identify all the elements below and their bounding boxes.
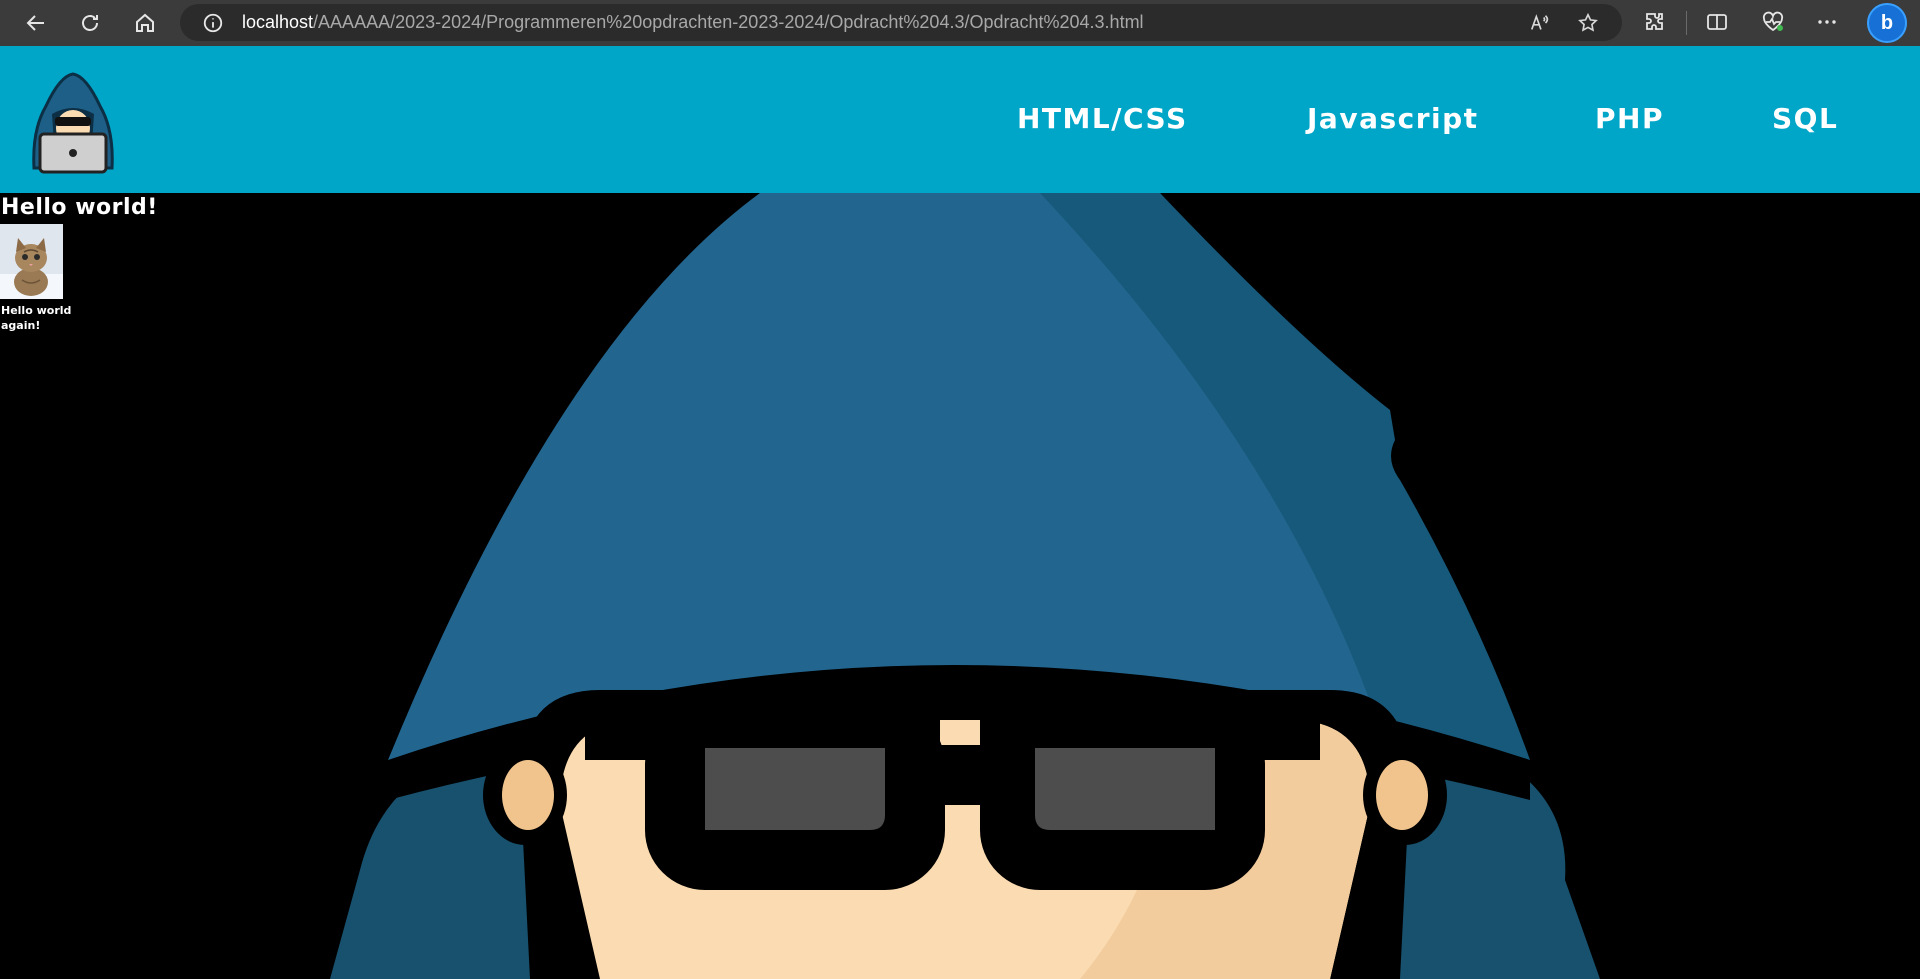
more-dots-icon[interactable]	[1815, 10, 1839, 34]
url-path: /AAAAAA/2023-2024/Programmeren%20opdrach…	[313, 12, 1144, 32]
refresh-button[interactable]	[62, 0, 117, 46]
toolbar-divider	[1686, 11, 1687, 35]
nav-link-sql[interactable]: SQL	[1772, 102, 1838, 135]
read-aloud-icon[interactable]	[1529, 12, 1551, 34]
address-bar[interactable]: localhost/AAAAAA/2023-2024/Programmeren%…	[180, 4, 1622, 41]
star-icon[interactable]	[1577, 12, 1599, 34]
refresh-icon	[81, 15, 98, 31]
nav-link-javascript[interactable]: Javascript	[1307, 102, 1479, 135]
url-text[interactable]: localhost/AAAAAA/2023-2024/Programmeren%…	[242, 12, 1144, 33]
nav-link-php[interactable]: PHP	[1595, 102, 1664, 135]
nav-link-html-css[interactable]: HTML/CSS	[1017, 102, 1188, 135]
info-icon[interactable]	[202, 12, 224, 34]
back-arrow-icon	[26, 15, 44, 31]
page-heading: Hello world!	[1, 195, 158, 220]
home-icon	[135, 13, 154, 32]
kitten-image	[0, 224, 63, 299]
copilot-letter: b	[1880, 11, 1894, 34]
browser-toolbar: localhost/AAAAAA/2023-2024/Programmeren%…	[0, 0, 1920, 46]
puzzle-icon[interactable]	[1643, 10, 1667, 34]
back-button[interactable]	[8, 0, 63, 46]
bing-copilot-icon[interactable]: b	[1867, 3, 1907, 43]
url-host: localhost	[242, 12, 314, 32]
site-header: HTML/CSS Javascript PHP SQL	[0, 46, 1920, 193]
split-screen-icon[interactable]	[1705, 10, 1729, 34]
home-button[interactable]	[117, 0, 172, 46]
main-nav: HTML/CSS Javascript PHP SQL	[0, 46, 1920, 193]
hacker-background-image	[0, 193, 1920, 979]
heart-pulse-icon[interactable]	[1761, 10, 1785, 34]
page-subtext: Hello world again!	[1, 304, 72, 332]
